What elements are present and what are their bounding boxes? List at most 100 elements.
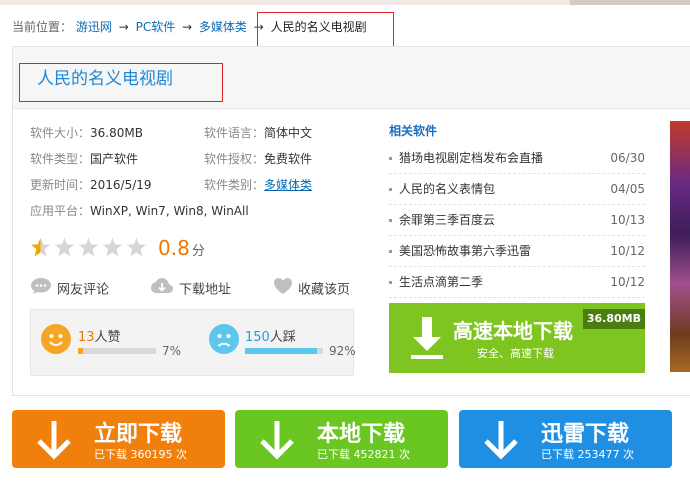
breadcrumb-link-pc-software[interactable]: PC软件 (136, 20, 176, 34)
like-label: 13人赞 (78, 326, 121, 345)
bullet-icon (389, 281, 392, 284)
info-language-key: 软件语言： (204, 126, 265, 140)
fast-download-title: 高速本地下载 (453, 319, 573, 343)
related-item-date: 04/05 (610, 182, 645, 196)
related-item-title[interactable]: 生活点滴第二季 (399, 267, 483, 297)
related-item[interactable]: 人民的名义表情包 04/05 (389, 174, 645, 205)
info-size-key: 软件大小： (30, 126, 91, 140)
star-icon (79, 238, 98, 257)
breadcrumb-link-home[interactable]: 游迅网 (76, 20, 112, 34)
info-platform-key: 应用平台： (30, 204, 91, 218)
dislike-progress-bar (245, 348, 323, 354)
info-type-key: 软件类型： (30, 152, 91, 166)
star-icon (103, 238, 122, 257)
rating-score-unit: 分 (191, 244, 205, 259)
related-item-title[interactable]: 余罪第三季百度云 (399, 205, 495, 235)
breadcrumb-arrow-icon: → (182, 20, 193, 34)
info-update: 更新时间：2016/5/19 (30, 177, 152, 193)
related-item-date: 10/12 (610, 275, 645, 289)
related-item-date: 10/12 (610, 244, 645, 258)
local-download-count: 已下载 452821 次 (317, 448, 410, 461)
heart-icon (273, 277, 293, 303)
sad-face-icon[interactable] (209, 324, 239, 354)
info-category-link[interactable]: 多媒体类 (264, 178, 312, 192)
info-category-key: 软件类别： (204, 178, 265, 192)
info-license-key: 软件授权： (204, 152, 265, 166)
star-icon (127, 238, 146, 257)
smile-face-icon[interactable] (41, 324, 71, 354)
breadcrumb-label: 当前位置： (12, 20, 73, 34)
info-type: 软件类型：国产软件 (30, 151, 138, 167)
download-arrow-icon (407, 315, 447, 361)
fast-download-subtitle: 安全、高速下载 (477, 347, 554, 360)
breadcrumb-link-multimedia[interactable]: 多媒体类 (199, 20, 247, 34)
related-heading: 相关软件 (389, 124, 438, 138)
thunder-download-button[interactable]: 迅雷下载 已下载 253477 次 (459, 410, 672, 468)
related-item[interactable]: 猎场电视剧定档发布会直播 06/30 (389, 143, 645, 174)
dislike-text: 人踩 (269, 330, 296, 345)
local-download-label: 本地下载 (317, 422, 406, 447)
info-platform-value: WinXP, Win7, Win8, WinAll (90, 204, 249, 218)
related-item-title[interactable]: 猎场电视剧定档发布会直播 (399, 143, 543, 173)
bullet-icon (389, 188, 392, 191)
favorite-button[interactable]: 收藏该页 (273, 277, 350, 299)
info-language: 软件语言：简体中文 (204, 125, 312, 141)
download-address-label: 下载地址 (179, 282, 232, 298)
thunder-download-label: 迅雷下载 (541, 422, 630, 447)
like-progress-bar (78, 348, 156, 354)
like-progress-fill (78, 348, 84, 354)
top-banner-strip (0, 0, 690, 5)
favorite-label: 收藏该页 (298, 282, 351, 298)
info-language-value: 简体中文 (264, 126, 313, 140)
star-icon (55, 238, 74, 257)
related-item-title[interactable]: 美国恐怖故事第六季迅雷 (399, 236, 531, 266)
download-address-button[interactable]: 下载地址 (150, 277, 231, 299)
bullet-icon (389, 250, 392, 253)
info-platform: 应用平台：WinXP, Win7, Win8, WinAll (30, 203, 249, 219)
software-detail-panel: 人民的名义电视剧 软件大小：36.80MB 软件语言：简体中文 软件类型：国产软… (12, 46, 690, 396)
related-item[interactable]: 生活点滴第二季 10/12 (389, 267, 645, 298)
top-banner-image (570, 0, 690, 5)
related-item-date: 06/30 (610, 151, 645, 165)
info-type-value: 国产软件 (90, 152, 139, 166)
star-icon (31, 238, 50, 257)
dislike-progress-fill (245, 348, 317, 354)
comment-icon (30, 277, 52, 303)
like-percent: 7% (162, 344, 182, 358)
related-item[interactable]: 余罪第三季百度云 10/13 (389, 205, 645, 236)
cloud-download-icon (150, 277, 174, 303)
info-category: 软件类别：多媒体类 (204, 177, 312, 193)
highlight-box-breadcrumb (257, 12, 394, 49)
download-arrow-icon (481, 417, 521, 461)
info-license: 软件授权：免费软件 (204, 151, 312, 167)
related-software-list: 相关软件 猎场电视剧定档发布会直播 06/30 人民的名义表情包 04/05 余罪第… (389, 119, 645, 298)
bullet-icon (389, 157, 392, 160)
info-update-value: 2016/5/19 (90, 178, 152, 192)
dislike-count: 150 (245, 330, 270, 345)
local-download-button[interactable]: 本地下载 已下载 452821 次 (235, 410, 448, 468)
comment-button[interactable]: 网友评论 (30, 277, 109, 299)
dislike-percent: 92% (329, 344, 356, 358)
download-arrow-icon (257, 417, 297, 461)
related-item[interactable]: 美国恐怖故事第六季迅雷 10/12 (389, 236, 645, 267)
info-update-key: 更新时间： (30, 178, 91, 192)
related-item-title[interactable]: 人民的名义表情包 (399, 174, 495, 204)
download-now-count: 已下载 360195 次 (94, 448, 187, 461)
rating-score: 0.8 分 (158, 236, 205, 260)
info-size-value: 36.80MB (90, 126, 143, 140)
download-now-button[interactable]: 立即下载 已下载 360195 次 (12, 410, 225, 468)
dislike-label: 150人踩 (245, 326, 296, 345)
related-item-date: 10/13 (610, 213, 645, 227)
download-arrow-icon (34, 417, 74, 461)
download-now-label: 立即下载 (94, 422, 183, 447)
rating-score-value: 0.8 (158, 236, 190, 260)
side-ad-image[interactable] (670, 121, 690, 372)
fast-download-size-badge: 36.80MB (582, 309, 645, 329)
bullet-icon (389, 219, 392, 222)
like-text: 人赞 (94, 330, 121, 345)
thunder-download-count: 已下载 253477 次 (541, 448, 634, 461)
fast-local-download-button[interactable]: 高速本地下载 安全、高速下载 36.80MB (389, 303, 645, 373)
like-count: 13 (78, 330, 95, 345)
info-license-value: 免费软件 (264, 152, 313, 166)
info-size: 软件大小：36.80MB (30, 125, 143, 141)
